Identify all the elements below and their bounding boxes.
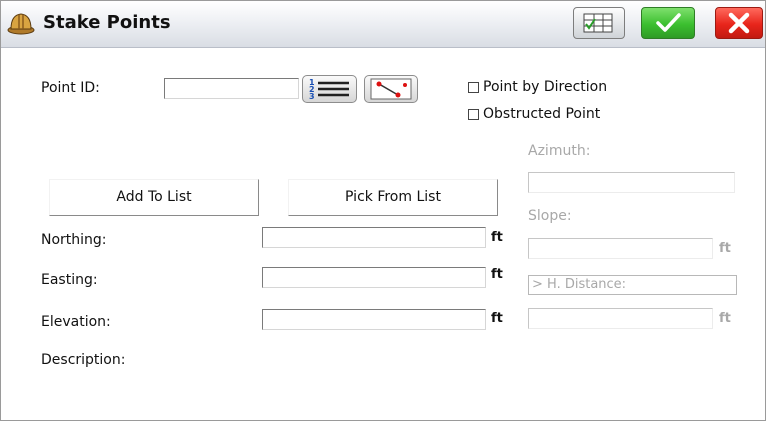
elevation-input[interactable] — [262, 309, 486, 330]
northing-input[interactable] — [262, 227, 486, 248]
checkbox-label: Point by Direction — [483, 79, 608, 95]
azimuth-label: Azimuth: — [528, 143, 591, 159]
stake-points-window: Stake Points Point ID: 1 2 3 Point by Di… — [0, 0, 766, 421]
map-points-icon — [365, 78, 417, 106]
map-select-button[interactable] — [364, 75, 418, 103]
checkbox-label: Obstructed Point — [483, 106, 601, 122]
easting-label: Easting: — [41, 272, 98, 288]
accept-button[interactable] — [641, 7, 695, 39]
hard-hat-icon — [7, 10, 35, 36]
slope-unit: ft — [719, 241, 731, 256]
azimuth-input[interactable] — [528, 172, 735, 193]
northing-unit: ft — [491, 230, 503, 245]
h-distance-selector[interactable]: > H. Distance: — [528, 275, 737, 295]
title-bar: Stake Points — [1, 1, 765, 48]
checkmark-icon — [642, 8, 694, 38]
pick-from-list-button[interactable]: Pick From List — [288, 179, 498, 216]
h-distance-input[interactable] — [528, 308, 713, 329]
add-to-list-button[interactable]: Add To List — [49, 179, 259, 216]
point-list-icon — [574, 8, 624, 38]
point-id-label: Point ID: — [41, 80, 100, 96]
close-icon — [716, 8, 762, 38]
obstructed-point-checkbox[interactable]: Obstructed Point — [468, 106, 600, 122]
h-distance-unit: ft — [719, 311, 731, 326]
close-button[interactable] — [715, 7, 763, 39]
checkbox-box — [468, 108, 479, 120]
svg-text:3: 3 — [309, 92, 315, 101]
northing-label: Northing: — [41, 232, 107, 248]
point-by-direction-checkbox[interactable]: Point by Direction — [468, 79, 607, 95]
elevation-unit: ft — [491, 311, 503, 326]
slope-input[interactable] — [528, 238, 713, 259]
window-title: Stake Points — [43, 12, 171, 33]
point-list-button[interactable] — [573, 7, 625, 39]
slope-label: Slope: — [528, 208, 572, 224]
point-id-input[interactable] — [164, 78, 299, 99]
point-list-selector-button[interactable]: 1 2 3 — [302, 75, 357, 103]
description-label: Description: — [41, 352, 126, 368]
checkbox-box — [468, 81, 479, 93]
easting-unit: ft — [491, 267, 503, 282]
elevation-label: Elevation: — [41, 314, 111, 330]
easting-input[interactable] — [262, 267, 486, 288]
numbered-list-icon: 1 2 3 — [303, 78, 356, 106]
